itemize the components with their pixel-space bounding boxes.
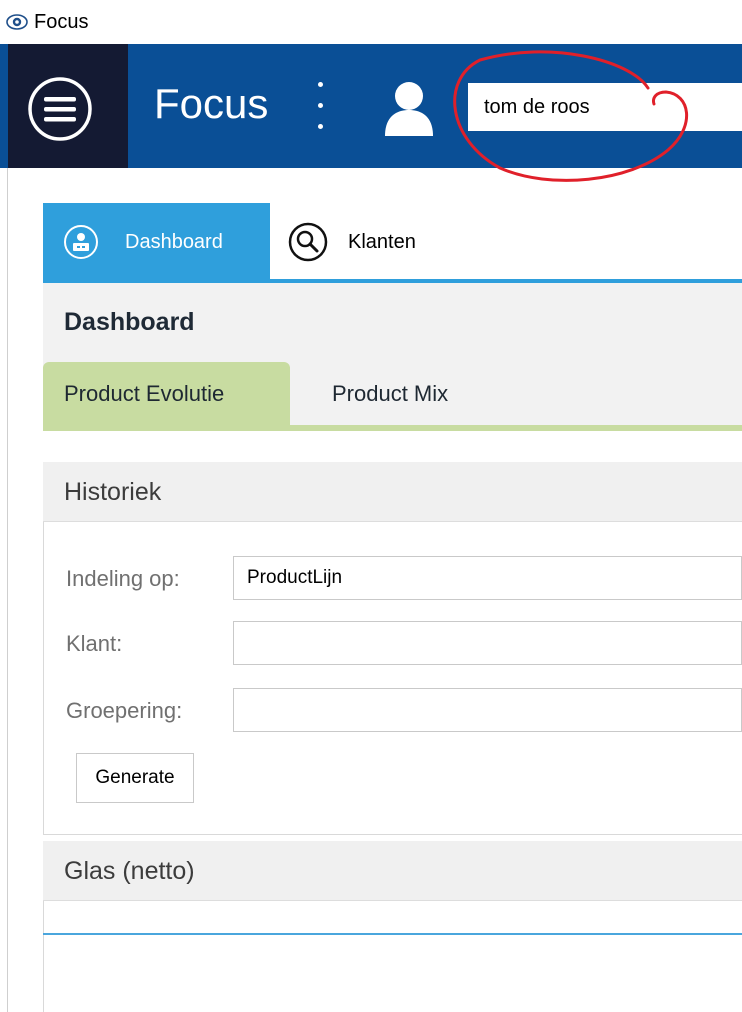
klant-label: Klant: (66, 631, 123, 656)
kebab-icon[interactable] (316, 82, 324, 134)
groepering-label: Groepering: (66, 698, 183, 723)
dashboard-icon (64, 225, 98, 259)
generate-button[interactable]: Generate (76, 753, 194, 803)
window-left-border (7, 168, 8, 1012)
glas-divider (43, 933, 742, 935)
eye-icon (6, 14, 28, 30)
klant-field[interactable] (233, 621, 742, 665)
groepering-field[interactable] (233, 688, 742, 732)
page-title: Dashboard (64, 308, 195, 336)
subtab-underline (43, 425, 742, 431)
indeling-label: Indeling op: (66, 566, 180, 591)
tab-product-evolutie-label: Product Evolutie (64, 381, 225, 406)
nav-tabs: Dashboard Klanten (43, 203, 742, 279)
hamburger-menu-icon[interactable] (27, 76, 93, 142)
glas-body (43, 901, 742, 1012)
window-titlebar: Focus (0, 0, 742, 44)
glas-title: Glas (netto) (64, 857, 195, 885)
indeling-field[interactable] (233, 556, 742, 600)
user-icon[interactable] (383, 80, 435, 136)
tab-product-mix[interactable]: Product Mix (290, 362, 530, 426)
tab-dashboard-label: Dashboard (125, 231, 223, 253)
tab-dashboard[interactable]: Dashboard (43, 203, 270, 279)
window-title: Focus (34, 11, 89, 33)
app-brand: Focus (154, 80, 269, 127)
tab-product-evolutie[interactable]: Product Evolutie (43, 362, 290, 426)
historiek-title: Historiek (64, 478, 162, 506)
search-icon (288, 222, 328, 262)
tab-product-mix-label: Product Mix (332, 381, 449, 406)
search-input[interactable] (468, 83, 742, 131)
tab-klanten[interactable]: Klanten (270, 203, 500, 279)
tab-klanten-label: Klanten (348, 231, 416, 253)
